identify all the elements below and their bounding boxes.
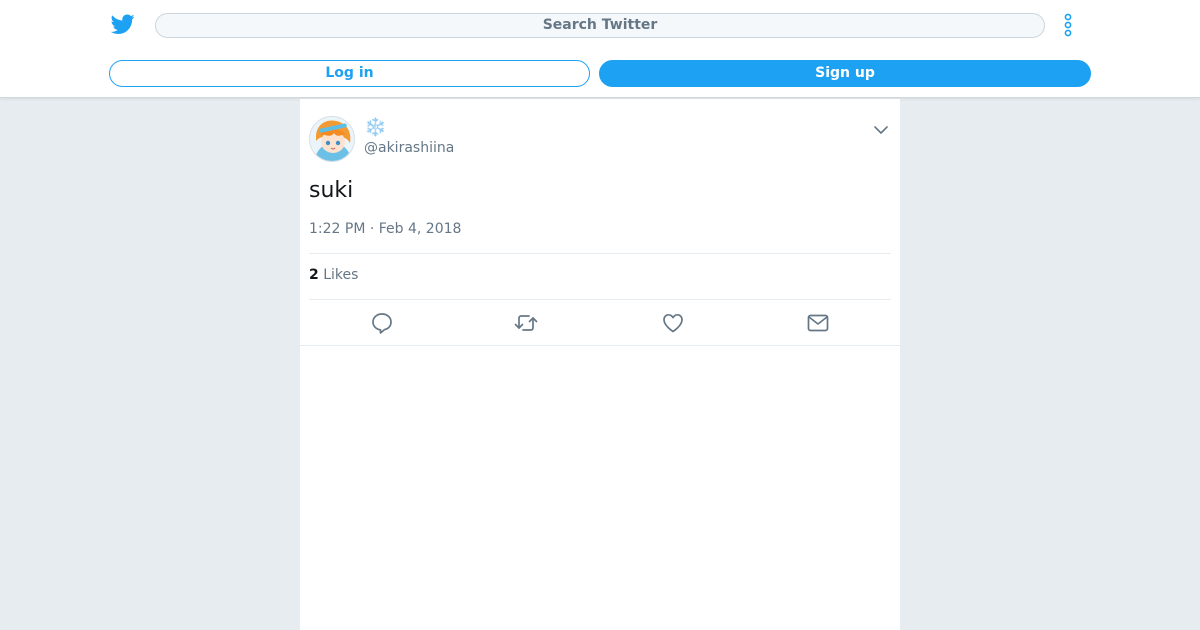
retweet-icon[interactable] [514,311,538,335]
avatar[interactable] [309,116,355,162]
likes-count: 2 [309,267,319,283]
signup-button[interactable]: Sign up [599,60,1091,87]
display-name[interactable]: ❄️ [364,117,386,139]
tweet-text: suki [309,178,354,203]
divider [309,299,891,300]
tweet-detail: ❄️ @akirashiina suki 1:22 PM · Feb 4, 20… [300,99,900,630]
divider [309,253,891,254]
top-bar: Search Twitter Log in Sign up [0,0,1200,98]
twitter-bird-icon[interactable] [110,12,136,36]
search-input[interactable]: Search Twitter [155,13,1045,38]
user-handle[interactable]: @akirashiina [364,139,454,157]
chevron-down-icon[interactable] [872,121,890,139]
reply-icon[interactable] [370,311,394,335]
share-icon[interactable] [806,311,830,335]
likes-label: Likes [323,267,359,283]
tweet-timestamp[interactable]: 1:22 PM · Feb 4, 2018 [309,220,461,238]
divider [300,345,900,346]
likes-stat[interactable]: 2 Likes [309,266,358,284]
login-button[interactable]: Log in [109,60,590,87]
like-icon[interactable] [661,311,685,335]
more-vertical-icon[interactable] [1058,11,1078,39]
